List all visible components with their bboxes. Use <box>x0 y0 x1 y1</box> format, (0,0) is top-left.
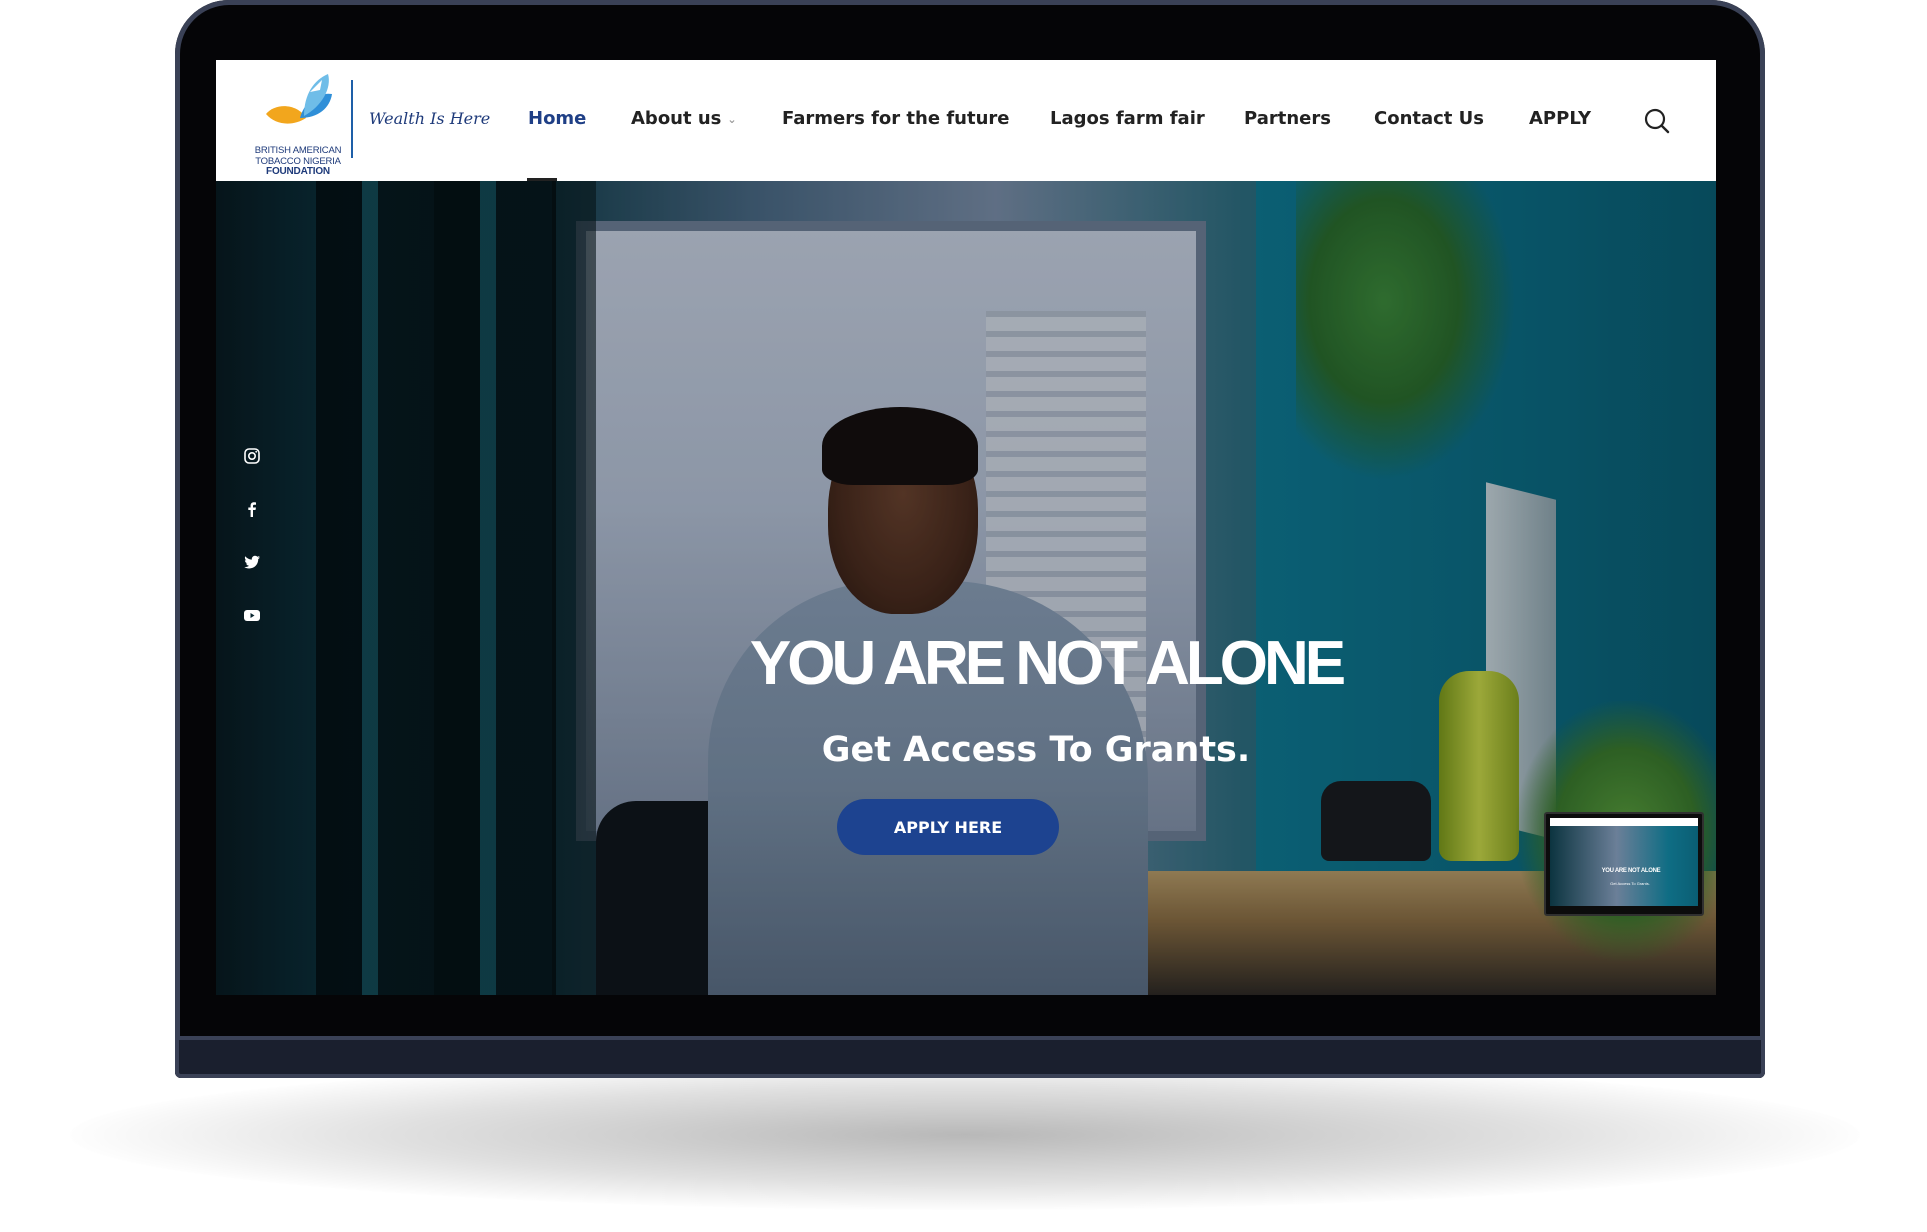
nav-item-contact-us[interactable]: Contact Us <box>1374 108 1484 129</box>
hero-section: YOU ARE NOT ALONE Get Access To Grants. … <box>216 181 1716 995</box>
nav-item-label: About us <box>631 108 722 129</box>
leaf-logo-icon <box>266 74 332 124</box>
apply-here-button[interactable]: APPLY HERE <box>837 799 1059 855</box>
device-preview-thumbnail: YOU ARE NOT ALONE Get Access To Grants. <box>1544 812 1704 916</box>
search-icon[interactable] <box>1643 107 1671 135</box>
logo-line-3: FOUNDATION <box>266 166 330 177</box>
hero-subtitle: Get Access To Grants. <box>821 730 1251 770</box>
thumbnail-screen: YOU ARE NOT ALONE Get Access To Grants. <box>1550 818 1698 906</box>
nav-item-label: APPLY <box>1529 108 1592 129</box>
hero-title: YOU ARE NOT ALONE <box>749 629 1346 698</box>
site-logo[interactable]: BRITISH AMERICAN TOBACCO NIGERIA FOUNDAT… <box>250 72 346 177</box>
nav-item-label: Contact Us <box>1374 108 1485 129</box>
instagram-icon[interactable] <box>242 446 262 466</box>
brand-tagline: Wealth Is Here <box>369 109 491 128</box>
nav-item-partners[interactable]: Partners <box>1244 108 1331 129</box>
nav-item-apply[interactable]: APPLY <box>1529 108 1591 129</box>
logo-divider <box>351 80 353 158</box>
nav-item-home[interactable]: Home <box>528 108 586 129</box>
logo-text: BRITISH AMERICAN TOBACCO NIGERIA FOUNDAT… <box>250 145 346 178</box>
nav-item-label: Home <box>528 108 587 129</box>
hero-overlay <box>216 181 1716 995</box>
nav-item-label: Farmers for the future <box>782 108 1010 129</box>
site-header: BRITISH AMERICAN TOBACCO NIGERIA FOUNDAT… <box>216 60 1716 181</box>
nav-item-lagos-farm-fair[interactable]: Lagos farm fair <box>1050 108 1205 129</box>
laptop-bottom-bezel <box>175 1036 1765 1078</box>
thumbnail-header <box>1550 818 1698 826</box>
chevron-down-icon: ⌄ <box>727 112 737 126</box>
nav-item-farmers-for-the-future[interactable]: Farmers for the future <box>782 108 1009 129</box>
nav-item-label: Lagos farm fair <box>1050 108 1205 129</box>
nav-item-about-us[interactable]: About us ⌄ <box>631 108 737 129</box>
laptop-shadow <box>70 1060 1860 1210</box>
youtube-icon[interactable] <box>242 605 262 625</box>
thumbnail-subtitle: Get Access To Grants. <box>1610 881 1650 886</box>
logo-line-1: BRITISH AMERICAN <box>254 145 342 156</box>
twitter-icon[interactable] <box>242 552 262 572</box>
nav-item-label: Partners <box>1244 108 1331 129</box>
laptop-screen: BRITISH AMERICAN TOBACCO NIGERIA FOUNDAT… <box>216 60 1716 995</box>
facebook-icon[interactable] <box>242 499 262 519</box>
thumbnail-title: YOU ARE NOT ALONE <box>1601 868 1661 874</box>
